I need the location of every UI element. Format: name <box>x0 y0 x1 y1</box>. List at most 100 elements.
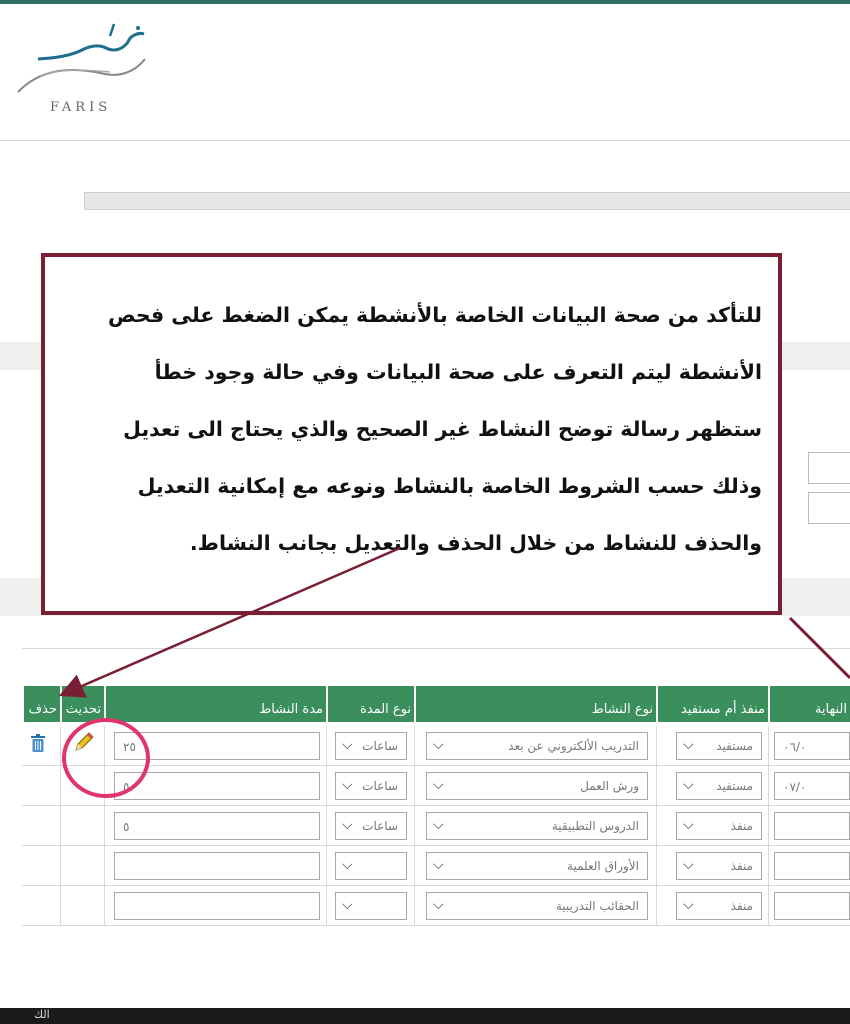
select-value: ساعات <box>362 779 398 793</box>
end-date-field[interactable]: ٠٦/٠ <box>774 732 850 760</box>
chevron-down-icon: ⌵ <box>683 857 694 873</box>
cell-divider <box>414 846 415 885</box>
table-row: ٢٥ ⌵ ساعات ⌵ التدريب الألكتروني عن بعد ⌵ مس… <box>22 726 850 766</box>
annotation-line: والحذف للنشاط من خلال الحذف والتعديل بجا… <box>189 531 762 555</box>
cell-divider <box>768 806 769 845</box>
select-value: مستفيد <box>716 779 753 793</box>
top-accent-bar <box>0 0 850 4</box>
cell-divider <box>326 846 327 885</box>
select-value: الحقائب التدريبية <box>555 899 639 913</box>
cell-divider <box>414 726 415 765</box>
chevron-down-icon: ⌵ <box>683 897 694 913</box>
duration-field[interactable] <box>114 852 320 880</box>
annotation-line: ستظهر رسالة توضح النشاط غير الصحيح والذي… <box>123 417 762 441</box>
chevron-down-icon: ⌵ <box>433 897 444 913</box>
select-value: ساعات <box>362 819 398 833</box>
activity-type-select[interactable]: ⌵ ورش العمل <box>426 772 648 800</box>
chevron-down-icon: ⌵ <box>342 817 353 833</box>
duration-type-select[interactable]: ⌵ <box>335 892 407 920</box>
chevron-down-icon: ⌵ <box>342 897 353 913</box>
cell-divider <box>60 886 61 925</box>
activity-type-select[interactable]: ⌵ الحقائب التدريبية <box>426 892 648 920</box>
table-row: ⌵ ⌵ الحقائب التدريبية ⌵ منفذ <box>22 886 850 926</box>
cell-divider <box>414 806 415 845</box>
chevron-down-icon: ⌵ <box>433 777 444 793</box>
select-value: منفذ <box>730 859 753 873</box>
header-update: تحديث <box>60 686 104 722</box>
pencil-icon[interactable] <box>72 730 96 754</box>
cell-divider <box>104 806 105 845</box>
cell-divider <box>60 726 61 765</box>
activity-type-select[interactable]: ⌵ التدريب الألكتروني عن بعد <box>426 732 648 760</box>
select-value: منفذ <box>730 819 753 833</box>
header-activity-type: نوع النشاط <box>414 686 656 722</box>
table-row: ⌵ ⌵ الأوراق العلمية ⌵ منفذ <box>22 846 850 886</box>
end-date-field[interactable]: ٠٧/٠ <box>774 772 850 800</box>
end-date-field[interactable] <box>774 852 850 880</box>
select-value: ساعات <box>362 739 398 753</box>
header-duration: مدة النشاط <box>104 686 326 722</box>
duration-type-select[interactable]: ⌵ ساعات <box>335 812 407 840</box>
annotation-line: للتأكد من صحة البيانات الخاصة بالأنشطة ي… <box>107 303 762 327</box>
select-value: منفذ <box>730 899 753 913</box>
chevron-down-icon: ⌵ <box>433 857 444 873</box>
annotation-line: وذلك حسب الشروط الخاصة بالنشاط ونوعه مع … <box>137 474 762 498</box>
duration-type-select[interactable]: ⌵ <box>335 852 407 880</box>
cell-divider <box>414 886 415 925</box>
duration-field[interactable]: ٥ <box>114 812 320 840</box>
activity-type-select[interactable]: ⌵ الدروس التطبيقية <box>426 812 648 840</box>
table-top-line <box>22 648 850 649</box>
annotation-text: للتأكد من صحة البيانات الخاصة بالأنشطة ي… <box>69 287 762 572</box>
table-row: ٥ ⌵ ساعات ⌵ الدروس التطبيقية ⌵ منفذ <box>22 806 850 846</box>
cell-divider <box>104 846 105 885</box>
header-end: النهاية <box>768 686 850 722</box>
end-date-field[interactable] <box>774 892 850 920</box>
duration-field[interactable]: ٢٥ <box>114 732 320 760</box>
duration-field[interactable] <box>114 892 320 920</box>
duration-type-select[interactable]: ⌵ ساعات <box>335 772 407 800</box>
duration-type-select[interactable]: ⌵ ساعات <box>335 732 407 760</box>
cell-divider <box>414 766 415 805</box>
cell-divider <box>656 766 657 805</box>
chevron-down-icon: ⌵ <box>342 777 353 793</box>
executor-select[interactable]: ⌵ مستفيد <box>676 772 762 800</box>
cell-divider <box>60 806 61 845</box>
header-delete: حذف <box>22 686 60 722</box>
filter-input-1[interactable] <box>808 452 850 484</box>
cell-divider <box>326 806 327 845</box>
cell-divider <box>768 886 769 925</box>
table-header: حذف تحديث مدة النشاط نوع المدة نوع النشا… <box>22 686 850 722</box>
executor-select[interactable]: ⌵ مستفيد <box>676 732 762 760</box>
table-row: ٥ ⌵ ساعات ⌵ ورش العمل ⌵ مستفيد ٠٧/٠ <box>22 766 850 806</box>
divider <box>0 140 850 141</box>
select-value: الأوراق العلمية <box>567 859 639 873</box>
select-value: الدروس التطبيقية <box>551 819 639 833</box>
filter-input-2[interactable] <box>808 492 850 524</box>
cell-divider <box>656 726 657 765</box>
select-value: مستفيد <box>716 739 753 753</box>
duration-field[interactable]: ٥ <box>114 772 320 800</box>
cell-divider <box>768 726 769 765</box>
taskbar-text: الك <box>34 1008 50 1021</box>
cell-divider <box>60 766 61 805</box>
executor-select[interactable]: ⌵ منفذ <box>676 812 762 840</box>
logo-bird-icon <box>17 23 146 93</box>
cell-divider <box>656 886 657 925</box>
chevron-down-icon: ⌵ <box>433 737 444 753</box>
executor-select[interactable]: ⌵ منفذ <box>676 892 762 920</box>
cell-divider <box>326 766 327 805</box>
cell-divider <box>60 846 61 885</box>
cell-divider <box>104 886 105 925</box>
trash-icon[interactable] <box>30 733 46 753</box>
end-date-field[interactable] <box>774 812 850 840</box>
breadcrumb-bar <box>84 192 850 210</box>
chevron-down-icon: ⌵ <box>342 857 353 873</box>
annotation-line: الأنشطة ليتم التعرف على صحة البيانات وفي… <box>154 360 762 384</box>
cell-divider <box>656 846 657 885</box>
annotation-callout: للتأكد من صحة البيانات الخاصة بالأنشطة ي… <box>41 253 782 615</box>
header-executor: منفذ أم مستفيد <box>656 686 768 722</box>
taskbar: الك <box>0 1008 850 1024</box>
chevron-down-icon: ⌵ <box>683 737 694 753</box>
activity-type-select[interactable]: ⌵ الأوراق العلمية <box>426 852 648 880</box>
executor-select[interactable]: ⌵ منفذ <box>676 852 762 880</box>
